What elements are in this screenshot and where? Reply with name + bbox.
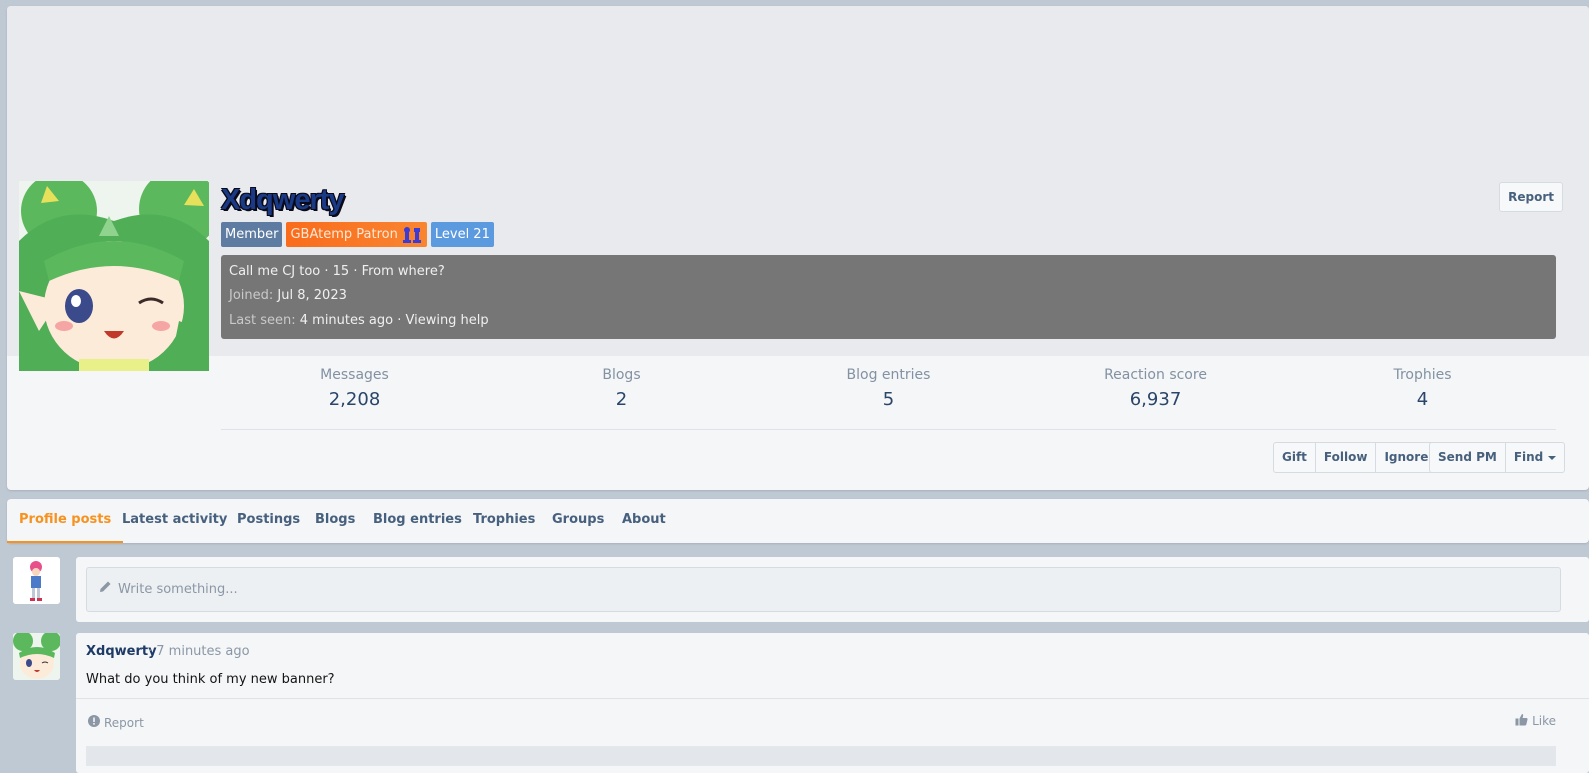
exclamation-circle-icon (88, 715, 100, 730)
profile-info-box: Call me CJ too · 15 · From where? Joined… (221, 255, 1556, 339)
post-like-label: Like (1532, 714, 1556, 728)
write-something-input[interactable]: Write something... (86, 567, 1561, 612)
last-seen-value[interactable]: 4 minutes ago · Viewing help (300, 313, 489, 328)
tab-blogs[interactable]: Blogs (303, 499, 367, 543)
post-divider (76, 698, 1589, 699)
profile-avatar[interactable] (19, 181, 209, 371)
profile-message-group: Send PM Find (1429, 442, 1566, 473)
find-button[interactable]: Find (1504, 442, 1566, 473)
post-timestamp[interactable]: · 7 minutes ago (148, 644, 250, 659)
joined-value: Jul 8, 2023 (277, 288, 347, 303)
post-report-link[interactable]: Report (88, 715, 144, 730)
tab-blog-entries[interactable]: Blog entries (361, 499, 474, 543)
post-author-avatar[interactable] (13, 633, 60, 680)
post-author-link[interactable]: Xdqwerty (86, 644, 157, 659)
stat-value: 4 (1416, 389, 1429, 410)
stat-messages[interactable]: Messages 2,208 (221, 361, 488, 421)
stat-value: 5 (882, 389, 895, 410)
stat-value: 2 (615, 389, 628, 410)
stat-blog-entries[interactable]: Blog entries 5 (755, 361, 1022, 421)
profile-card: Xdqwerty Member GBAtemp Patron Level 21 … (7, 6, 1589, 490)
stat-trophies[interactable]: Trophies 4 (1289, 361, 1556, 421)
profile-tagline: Call me CJ too · 15 · From where? (229, 264, 445, 279)
post-report-label: Report (104, 715, 144, 730)
follow-button[interactable]: Follow (1314, 442, 1377, 473)
chevron-down-icon (1548, 455, 1557, 460)
write-something-placeholder: Write something... (118, 582, 238, 597)
last-seen-label: Last seen: (229, 313, 296, 328)
pencil-icon (99, 568, 112, 611)
current-user-avatar[interactable] (13, 557, 60, 604)
stat-blogs[interactable]: Blogs 2 (488, 361, 755, 421)
profile-post-composer: Write something... (76, 557, 1589, 622)
member-badge: Member (221, 222, 283, 247)
profile-post: Xdqwerty · 7 minutes ago What do you thi… (76, 633, 1589, 773)
tab-postings[interactable]: Postings (225, 499, 312, 543)
stat-value: 6,937 (1129, 389, 1182, 410)
thumbs-up-icon (1515, 713, 1528, 729)
joined-line: Joined: Jul 8, 2023 (229, 288, 347, 303)
tab-profile-posts[interactable]: Profile posts (7, 499, 124, 543)
level-badge: Level 21 (430, 222, 494, 247)
user-badges: Member GBAtemp Patron Level 21 (221, 222, 494, 247)
stat-label: Reaction score (1104, 367, 1207, 383)
stat-value: 2,208 (328, 389, 381, 410)
profile-stats: Messages 2,208 Blogs 2 Blog entries 5 Re… (221, 361, 1556, 421)
tab-trophies[interactable]: Trophies (461, 499, 547, 543)
chess-pieces-icon (402, 226, 422, 244)
profile-tabs: Profile posts Latest activity Postings B… (7, 499, 1589, 543)
patron-badge: GBAtemp Patron (286, 222, 427, 247)
stats-divider (221, 429, 1556, 430)
stat-label: Blog entries (846, 367, 931, 383)
gift-button[interactable]: Gift (1273, 442, 1316, 473)
tab-latest-activity[interactable]: Latest activity (110, 499, 239, 543)
post-comment-area (86, 746, 1556, 766)
joined-label: Joined: (229, 288, 274, 303)
tab-groups[interactable]: Groups (540, 499, 616, 543)
patron-badge-label: GBAtemp Patron (290, 227, 398, 242)
last-seen-line: Last seen: 4 minutes ago · Viewing help (229, 313, 489, 328)
tab-about[interactable]: About (610, 499, 678, 543)
post-like-button[interactable]: Like (1515, 713, 1556, 729)
stat-label: Blogs (602, 367, 641, 383)
stat-label: Trophies (1393, 367, 1452, 383)
profile-username: Xdqwerty (221, 184, 345, 216)
stat-label: Messages (320, 367, 389, 383)
stat-reaction-score[interactable]: Reaction score 6,937 (1022, 361, 1289, 421)
profile-action-group: Gift Follow Ignore (1273, 442, 1438, 473)
send-pm-button[interactable]: Send PM (1429, 442, 1506, 473)
post-body: What do you think of my new banner? (86, 672, 335, 687)
report-profile-button[interactable]: Report (1499, 182, 1563, 212)
find-button-label: Find (1513, 450, 1544, 464)
